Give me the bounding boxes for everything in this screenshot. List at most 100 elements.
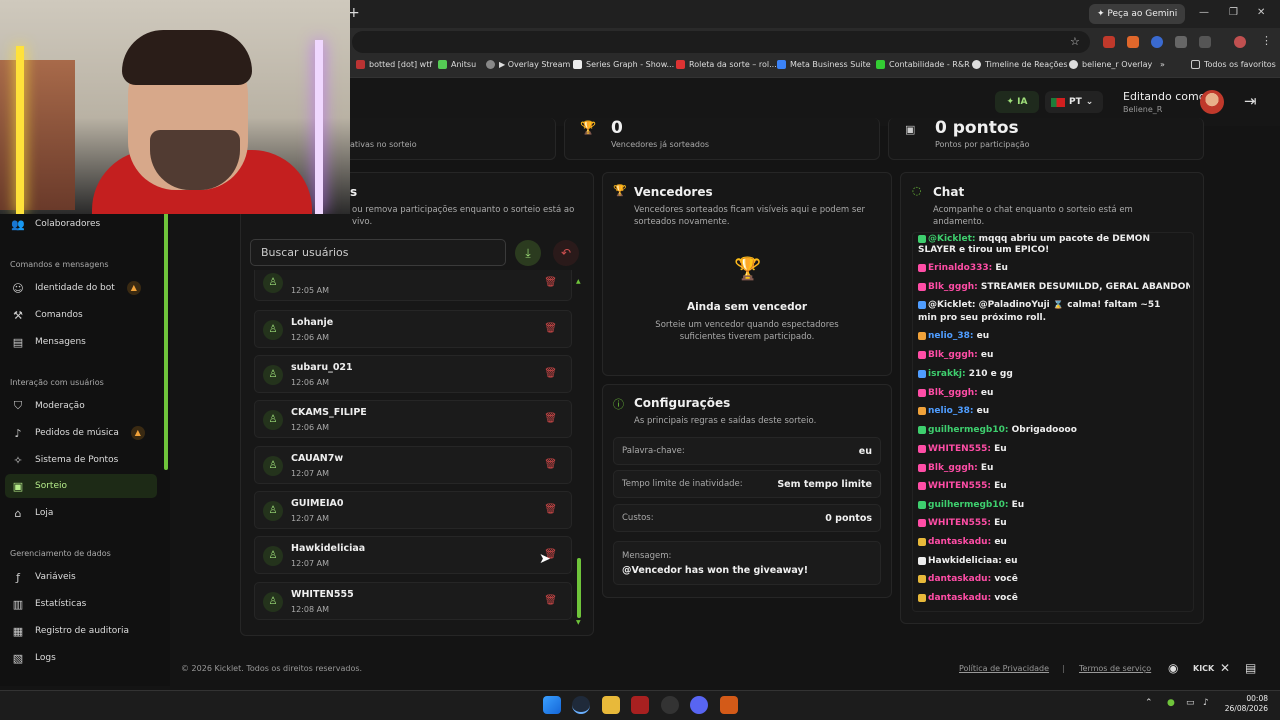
chat-username[interactable]: dantaskadu: bbox=[928, 593, 991, 603]
table-row[interactable]: ♙ Hawkideliciaa 12:07 AM 🗑 bbox=[254, 536, 572, 574]
sidebar-item-logs[interactable]: ▧ Logs bbox=[5, 646, 157, 670]
chat-username[interactable]: @Kicklet: bbox=[928, 300, 975, 310]
bookmark[interactable]: ▶ Overlay Stream bbox=[486, 60, 570, 69]
trash-icon[interactable]: 🗑 bbox=[544, 323, 557, 334]
table-row[interactable]: ♙ CKAMS_FILIPE 12:06 AM 🗑 bbox=[254, 400, 572, 438]
sidebar-item-points[interactable]: ✧ Sistema de Pontos bbox=[5, 448, 157, 472]
table-row[interactable]: ♙ 12:05 AM 🗑 bbox=[254, 270, 572, 301]
extension-icon[interactable] bbox=[1175, 36, 1187, 48]
table-row[interactable]: ♙ WHITEN555 12:08 AM 🗑 bbox=[254, 582, 572, 620]
trash-icon[interactable]: 🗑 bbox=[544, 595, 557, 606]
scroll-up-icon[interactable]: ▲ bbox=[576, 278, 581, 285]
obs-icon[interactable] bbox=[661, 696, 679, 714]
trash-icon[interactable]: 🗑 bbox=[544, 277, 557, 288]
minimize-icon[interactable]: — bbox=[1199, 7, 1209, 18]
windows-start-icon[interactable] bbox=[543, 696, 561, 714]
chat-username[interactable]: guilhermegb10: bbox=[928, 425, 1008, 435]
chat-username[interactable]: nelio_38: bbox=[928, 331, 974, 341]
extension-icon[interactable] bbox=[1103, 36, 1115, 48]
chat-username[interactable]: dantaskadu: bbox=[928, 537, 991, 547]
table-row[interactable]: ♙ GUIMEIA0 12:07 AM 🗑 bbox=[254, 491, 572, 529]
streamer-app-icon[interactable] bbox=[631, 696, 649, 714]
chat-username[interactable]: Blk_gggh: bbox=[928, 463, 978, 473]
network-icon[interactable]: ▭ bbox=[1186, 698, 1195, 708]
trash-icon[interactable]: 🗑 bbox=[544, 368, 557, 379]
sidebar-item-moderation[interactable]: ⛉ Moderação bbox=[5, 394, 157, 418]
privacy-link[interactable]: Política de Privacidade bbox=[959, 664, 1049, 673]
sidebar-item-collaborators[interactable]: 👥 Colaboradores bbox=[5, 212, 157, 236]
menu-icon[interactable]: ⋮ bbox=[1261, 34, 1272, 47]
omnibox[interactable] bbox=[352, 31, 1090, 53]
chat-username[interactable]: WHITEN555: bbox=[928, 518, 991, 528]
chat-username[interactable]: WHITEN555: bbox=[928, 481, 991, 491]
logout-icon[interactable]: ⇥ bbox=[1244, 92, 1257, 110]
participants-scrollbar[interactable] bbox=[577, 558, 581, 618]
app-icon[interactable] bbox=[720, 696, 738, 714]
trash-icon[interactable]: 🗑 bbox=[544, 504, 557, 515]
sidebar-item-commands[interactable]: ⚒ Comandos bbox=[5, 303, 157, 327]
taskbar-clock[interactable]: 00:08 26/08/2026 bbox=[1222, 694, 1268, 714]
sidebar-item-messages[interactable]: ▤ Mensagens bbox=[5, 330, 157, 354]
undo-icon[interactable]: ↶ bbox=[553, 240, 579, 266]
chat-username[interactable]: Hawkideliciaa: bbox=[928, 556, 1002, 566]
sidebar-item-raffle[interactable]: ▣ Sorteio bbox=[5, 474, 157, 498]
ia-button[interactable]: ✦ IA bbox=[995, 91, 1039, 113]
bookmark[interactable]: Anitsu bbox=[438, 60, 476, 69]
chat-username[interactable]: Blk_gggh: bbox=[928, 350, 978, 360]
chat-username[interactable]: Blk_gggh: bbox=[928, 388, 978, 398]
bookmark-star-icon[interactable]: ☆ bbox=[1070, 35, 1080, 48]
table-row[interactable]: ♙ Lohanje 12:06 AM 🗑 bbox=[254, 310, 572, 348]
discord-taskbar-icon[interactable] bbox=[690, 696, 708, 714]
kick-link[interactable]: KICK bbox=[1193, 664, 1214, 673]
close-window-icon[interactable]: ✕ bbox=[1257, 7, 1265, 18]
trash-icon[interactable]: 🗑 bbox=[544, 413, 557, 424]
bookmark[interactable]: beliene_r Overlay bbox=[1069, 60, 1152, 69]
sidebar-item-variables[interactable]: ƒ Variáveis bbox=[5, 565, 157, 589]
terms-link[interactable]: Termos de serviço bbox=[1079, 664, 1151, 673]
trash-icon[interactable]: 🗑 bbox=[544, 459, 557, 470]
sidebar-scrollbar[interactable] bbox=[164, 210, 168, 470]
mic-icon[interactable]: ● bbox=[1167, 698, 1175, 708]
chat-username[interactable]: Erinaldo333: bbox=[928, 263, 992, 273]
sidebar-item-stats[interactable]: ▥ Estatísticas bbox=[5, 592, 157, 616]
extension-icon[interactable] bbox=[1127, 36, 1139, 48]
extension-icon[interactable] bbox=[1151, 36, 1163, 48]
table-row[interactable]: ♙ CAUAN7w 12:07 AM 🗑 bbox=[254, 446, 572, 484]
sidebar-item-bot-identity[interactable]: ☺ Identidade do bot ▲ bbox=[5, 276, 157, 300]
x-icon[interactable]: ✕ bbox=[1220, 661, 1230, 675]
chat-username[interactable]: dantaskadu: bbox=[928, 574, 991, 584]
gemini-button[interactable]: ✦ Peça ao Gemini bbox=[1089, 4, 1186, 24]
bookmarks-overflow-icon[interactable]: » bbox=[1160, 60, 1165, 69]
chat-username[interactable]: WHITEN555: bbox=[928, 444, 991, 454]
bookmark[interactable]: botted [dot] wtf bbox=[356, 60, 432, 69]
bookmark[interactable]: Meta Business Suite bbox=[777, 60, 871, 69]
bookmark[interactable]: Series Graph - Show... bbox=[573, 60, 674, 69]
chat-username[interactable]: @Kicklet: bbox=[928, 234, 975, 244]
chrome-icon[interactable] bbox=[572, 696, 590, 714]
bookmark[interactable]: Roleta da sorte – rol... bbox=[676, 60, 777, 69]
sidebar-item-store[interactable]: ⌂ Loja bbox=[5, 501, 157, 525]
all-favorites[interactable]: Todos os favoritos bbox=[1191, 60, 1276, 69]
volume-icon[interactable]: ♪ bbox=[1203, 698, 1209, 708]
sidebar-item-music[interactable]: ♪ Pedidos de música ▲ bbox=[5, 421, 157, 445]
bookmark[interactable]: Contabilidade - R&R bbox=[876, 60, 970, 69]
chat-username[interactable]: Blk_gggh: bbox=[928, 282, 978, 292]
chat-username[interactable]: israkkj: bbox=[928, 369, 966, 379]
profile-icon[interactable] bbox=[1234, 36, 1246, 48]
tray-overflow-icon[interactable]: ⌃ bbox=[1145, 698, 1153, 708]
search-input[interactable]: Buscar usuários bbox=[250, 239, 506, 266]
table-row[interactable]: ♙ subaru_021 12:06 AM 🗑 bbox=[254, 355, 572, 393]
discord-icon[interactable]: ◉ bbox=[1168, 661, 1178, 675]
chat-username[interactable]: nelio_38: bbox=[928, 406, 974, 416]
file-explorer-icon[interactable] bbox=[602, 696, 620, 714]
sidebar-item-audit[interactable]: ▦ Registro de auditoria bbox=[5, 619, 157, 643]
language-select[interactable]: PT ⌄ bbox=[1045, 91, 1103, 113]
document-icon[interactable]: ▤ bbox=[1245, 661, 1256, 675]
avatar[interactable] bbox=[1200, 90, 1224, 114]
chat-username[interactable]: guilhermegb10: bbox=[928, 500, 1008, 510]
download-icon[interactable]: ⤓ bbox=[515, 240, 541, 266]
scroll-down-icon[interactable]: ▼ bbox=[576, 619, 581, 626]
maximize-icon[interactable]: ❐ bbox=[1229, 7, 1238, 18]
extensions-puzzle-icon[interactable] bbox=[1199, 36, 1211, 48]
bookmark[interactable]: Timeline de Reações bbox=[972, 60, 1068, 69]
